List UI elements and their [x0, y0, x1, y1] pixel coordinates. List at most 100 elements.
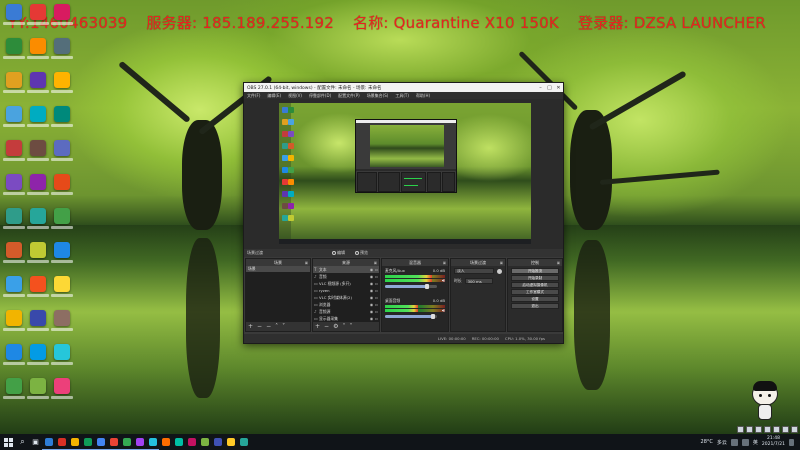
move-down-icon[interactable]: ˅ — [349, 323, 352, 330]
desktop-shortcut-icon[interactable] — [3, 276, 25, 297]
dock-float-icon[interactable]: ▣ — [443, 261, 446, 265]
notification-icon[interactable] — [791, 426, 798, 433]
source-item[interactable]: T 文本 ◉ ▫ — [313, 266, 379, 273]
maximize-icon[interactable]: □ — [545, 85, 554, 91]
desktop-shortcut-icon[interactable] — [3, 38, 25, 59]
scene-item[interactable]: 场景 — [246, 266, 310, 272]
volume-slider[interactable] — [385, 284, 437, 289]
taskbar-app-icon[interactable] — [120, 434, 133, 450]
source-item[interactable]: ▭ 显示器采集 ◉ ▫ — [313, 315, 379, 322]
notification-icon[interactable] — [764, 426, 771, 433]
desktop-shortcut-icon[interactable] — [3, 174, 25, 195]
source-item[interactable]: ♪ 音频源 ◉ ▫ — [313, 308, 379, 315]
source-settings-icon[interactable]: ⚙ — [333, 323, 338, 330]
taskbar-app-icon[interactable] — [81, 434, 94, 450]
desktop-shortcut-icon[interactable] — [27, 276, 49, 297]
desktop-shortcut-icon[interactable] — [27, 174, 49, 195]
taskbar-app-icon[interactable] — [68, 434, 81, 450]
menu-help[interactable]: 帮助(H) — [416, 93, 430, 99]
desktop-shortcut-icon[interactable] — [27, 208, 49, 229]
desktop-shortcut-icon[interactable] — [51, 310, 73, 331]
lock-icon[interactable]: ▫ — [374, 295, 379, 300]
desktop-shortcut-icon[interactable] — [3, 242, 25, 263]
menu-scene-collection[interactable]: 场景集合(S) — [367, 93, 389, 99]
taskbar-app-icon[interactable] — [159, 434, 172, 450]
taskbar-app-icon[interactable] — [107, 434, 120, 450]
menu-edit[interactable]: 编辑(E) — [267, 93, 281, 99]
taskbar-app-icon[interactable] — [172, 434, 185, 450]
lock-icon[interactable]: ▫ — [374, 281, 379, 286]
exit-button[interactable]: 退出 — [511, 303, 559, 309]
desktop-shortcut-icon[interactable] — [27, 310, 49, 331]
remove-source-icon[interactable]: − — [324, 323, 329, 330]
source-item[interactable]: ▭ VLC 视频源 (多开) ◉ ▫ — [313, 280, 379, 287]
source-item[interactable]: ▭ 浏览器 ◉ ▫ — [313, 301, 379, 308]
input-language[interactable]: 英 — [753, 439, 758, 446]
lock-icon[interactable]: ▫ — [374, 316, 379, 321]
desktop-shortcut-icon[interactable] — [3, 310, 25, 331]
weather-temp[interactable]: 28°C — [701, 439, 713, 445]
volume-slider-knob[interactable] — [430, 314, 435, 319]
desktop-shortcut-icon[interactable] — [51, 38, 73, 59]
transition-type-select[interactable]: 淡入 — [454, 268, 494, 274]
menu-profile[interactable]: 配置文件(P) — [338, 93, 360, 99]
lock-icon[interactable]: ▫ — [374, 288, 379, 293]
edit-mode-toggle[interactable]: 编辑 — [332, 250, 345, 256]
start-button[interactable] — [0, 434, 16, 450]
move-up-icon[interactable]: ˄ — [275, 323, 278, 330]
taskbar-app-icon[interactable] — [211, 434, 224, 450]
studio-mode-button[interactable]: 工作室模式 — [511, 289, 559, 295]
source-item[interactable]: ♪ 音频 ◉ ▫ — [313, 273, 379, 280]
close-icon[interactable]: ✕ — [554, 85, 563, 91]
notification-icon[interactable] — [755, 426, 762, 433]
settings-button[interactable]: 设置 — [511, 296, 559, 302]
speaker-mute-icon[interactable]: 🔊︎ — [442, 278, 445, 284]
desktop-shortcut-icon[interactable] — [3, 378, 25, 399]
desktop-shortcut-icon[interactable] — [51, 106, 73, 127]
notification-icon[interactable] — [782, 426, 789, 433]
task-view-icon[interactable]: ▣ — [29, 434, 42, 450]
volume-icon[interactable] — [741, 438, 749, 446]
speaker-mute-icon[interactable]: 🔊︎ — [442, 308, 445, 314]
add-source-icon[interactable]: + — [315, 323, 320, 330]
desktop-shortcut-icon[interactable] — [27, 72, 49, 93]
add-scene-icon[interactable]: + — [248, 323, 253, 330]
desktop-shortcut-icon[interactable] — [27, 378, 49, 399]
desktop-shortcut-icon[interactable] — [3, 4, 25, 25]
desktop-shortcut-icon[interactable] — [51, 140, 73, 161]
desktop-shortcut-icon[interactable] — [27, 140, 49, 161]
move-up-icon[interactable]: ˄ — [342, 323, 345, 330]
desktop-shortcut-icon[interactable] — [27, 344, 49, 365]
source-item[interactable]: ▭ VLC 实时媒体源(2) ◉ ▫ — [313, 294, 379, 301]
taskbar-app-icon[interactable] — [133, 434, 146, 450]
desktop-shortcut-icon[interactable] — [27, 242, 49, 263]
menu-docks[interactable]: 停靠部件(D) — [309, 93, 331, 99]
network-icon[interactable] — [730, 438, 738, 446]
desktop-shortcut-icon[interactable] — [3, 72, 25, 93]
preview-mode-toggle[interactable]: 预览 — [355, 250, 368, 256]
notification-icon[interactable] — [746, 426, 753, 433]
desktop-shortcut-icon[interactable] — [3, 106, 25, 127]
desktop-shortcut-icon[interactable] — [51, 276, 73, 297]
menu-view[interactable]: 视图(V) — [288, 93, 302, 99]
taskbar-app-icon[interactable] — [185, 434, 198, 450]
menu-tools[interactable]: 工具(T) — [395, 93, 409, 99]
lock-icon[interactable]: ▫ — [374, 274, 379, 279]
clock[interactable]: 21:48 2021/7/21 — [762, 436, 785, 448]
search-icon[interactable]: ⌕ — [16, 434, 29, 450]
obs-window[interactable]: OBS 27.0.1 (64-bit, windows) - 配置文件: 未命名… — [243, 82, 564, 344]
move-down-icon[interactable]: ˅ — [282, 323, 285, 330]
notifications-icon[interactable] — [789, 438, 794, 446]
source-item[interactable]: ▭ ryzen ◉ ▫ — [313, 287, 379, 294]
lock-icon[interactable]: ▫ — [374, 309, 379, 314]
dock-float-icon[interactable]: ▣ — [557, 261, 560, 265]
taskbar-app-icon[interactable] — [224, 434, 237, 450]
volume-slider[interactable] — [385, 314, 437, 319]
minimize-icon[interactable]: – — [536, 85, 545, 91]
obs-title-bar[interactable]: OBS 27.0.1 (64-bit, windows) - 配置文件: 未命名… — [244, 83, 563, 92]
menu-file[interactable]: 文件(F) — [247, 93, 260, 99]
dock-float-icon[interactable]: ▣ — [305, 261, 308, 265]
desktop-shortcut-icon[interactable] — [27, 38, 49, 59]
lock-icon[interactable]: ▫ — [374, 302, 379, 307]
desktop-shortcut-icon[interactable] — [51, 72, 73, 93]
